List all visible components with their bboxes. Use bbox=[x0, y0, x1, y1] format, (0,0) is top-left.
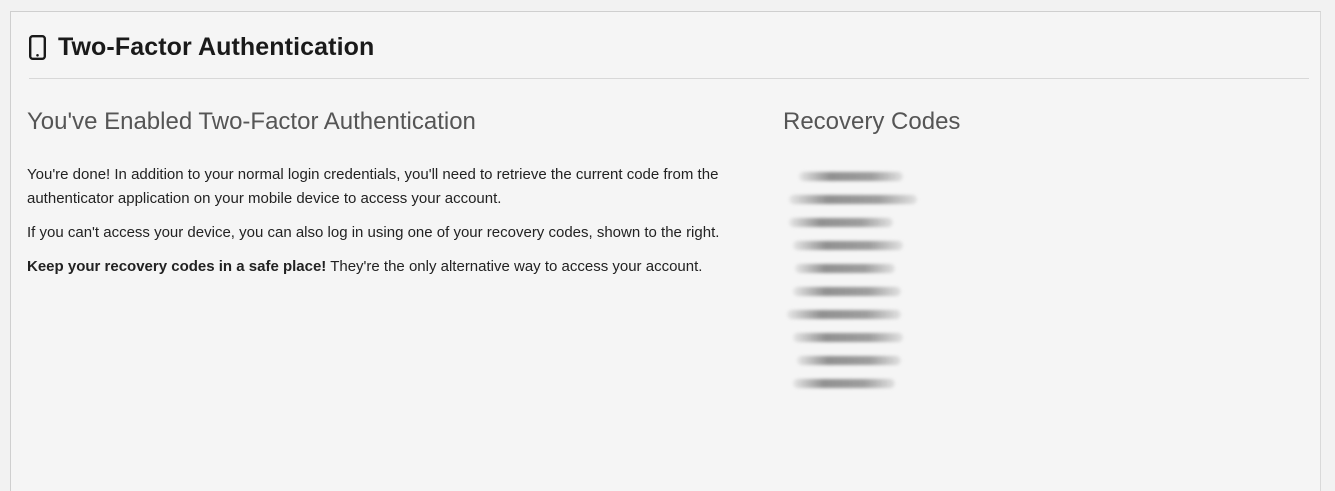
done-paragraph: You're done! In addition to your normal … bbox=[27, 166, 719, 207]
enabled-section: You've Enabled Two-Factor Authentication… bbox=[27, 107, 767, 289]
panel-title: Two-Factor Authentication bbox=[58, 33, 375, 61]
recovery-info-paragraph: If you can't access your device, you can… bbox=[27, 224, 720, 241]
recovery-code bbox=[783, 165, 1103, 188]
safe-place-paragraph: Keep your recovery codes in a safe place… bbox=[27, 255, 767, 279]
recovery-code bbox=[783, 234, 1103, 257]
recovery-heading: Recovery Codes bbox=[783, 108, 961, 135]
recovery-code bbox=[783, 349, 1103, 372]
recovery-code bbox=[783, 188, 1103, 211]
safe-place-warning: Keep your recovery codes in a safe place… bbox=[27, 258, 327, 275]
recovery-code bbox=[783, 372, 1103, 395]
safe-place-rest: They're the only alternative way to acce… bbox=[326, 258, 703, 275]
recovery-code bbox=[783, 326, 1103, 349]
recovery-section: Recovery Codes bbox=[783, 107, 1103, 395]
recovery-code bbox=[783, 303, 1103, 326]
recovery-code bbox=[783, 257, 1103, 280]
enabled-heading: You've Enabled Two-Factor Authentication bbox=[27, 108, 476, 135]
panel-header: Two-Factor Authentication bbox=[29, 30, 1309, 79]
recovery-code-list bbox=[783, 165, 1103, 395]
recovery-code bbox=[783, 211, 1103, 234]
mobile-phone-icon bbox=[29, 35, 46, 60]
recovery-code bbox=[783, 280, 1103, 303]
